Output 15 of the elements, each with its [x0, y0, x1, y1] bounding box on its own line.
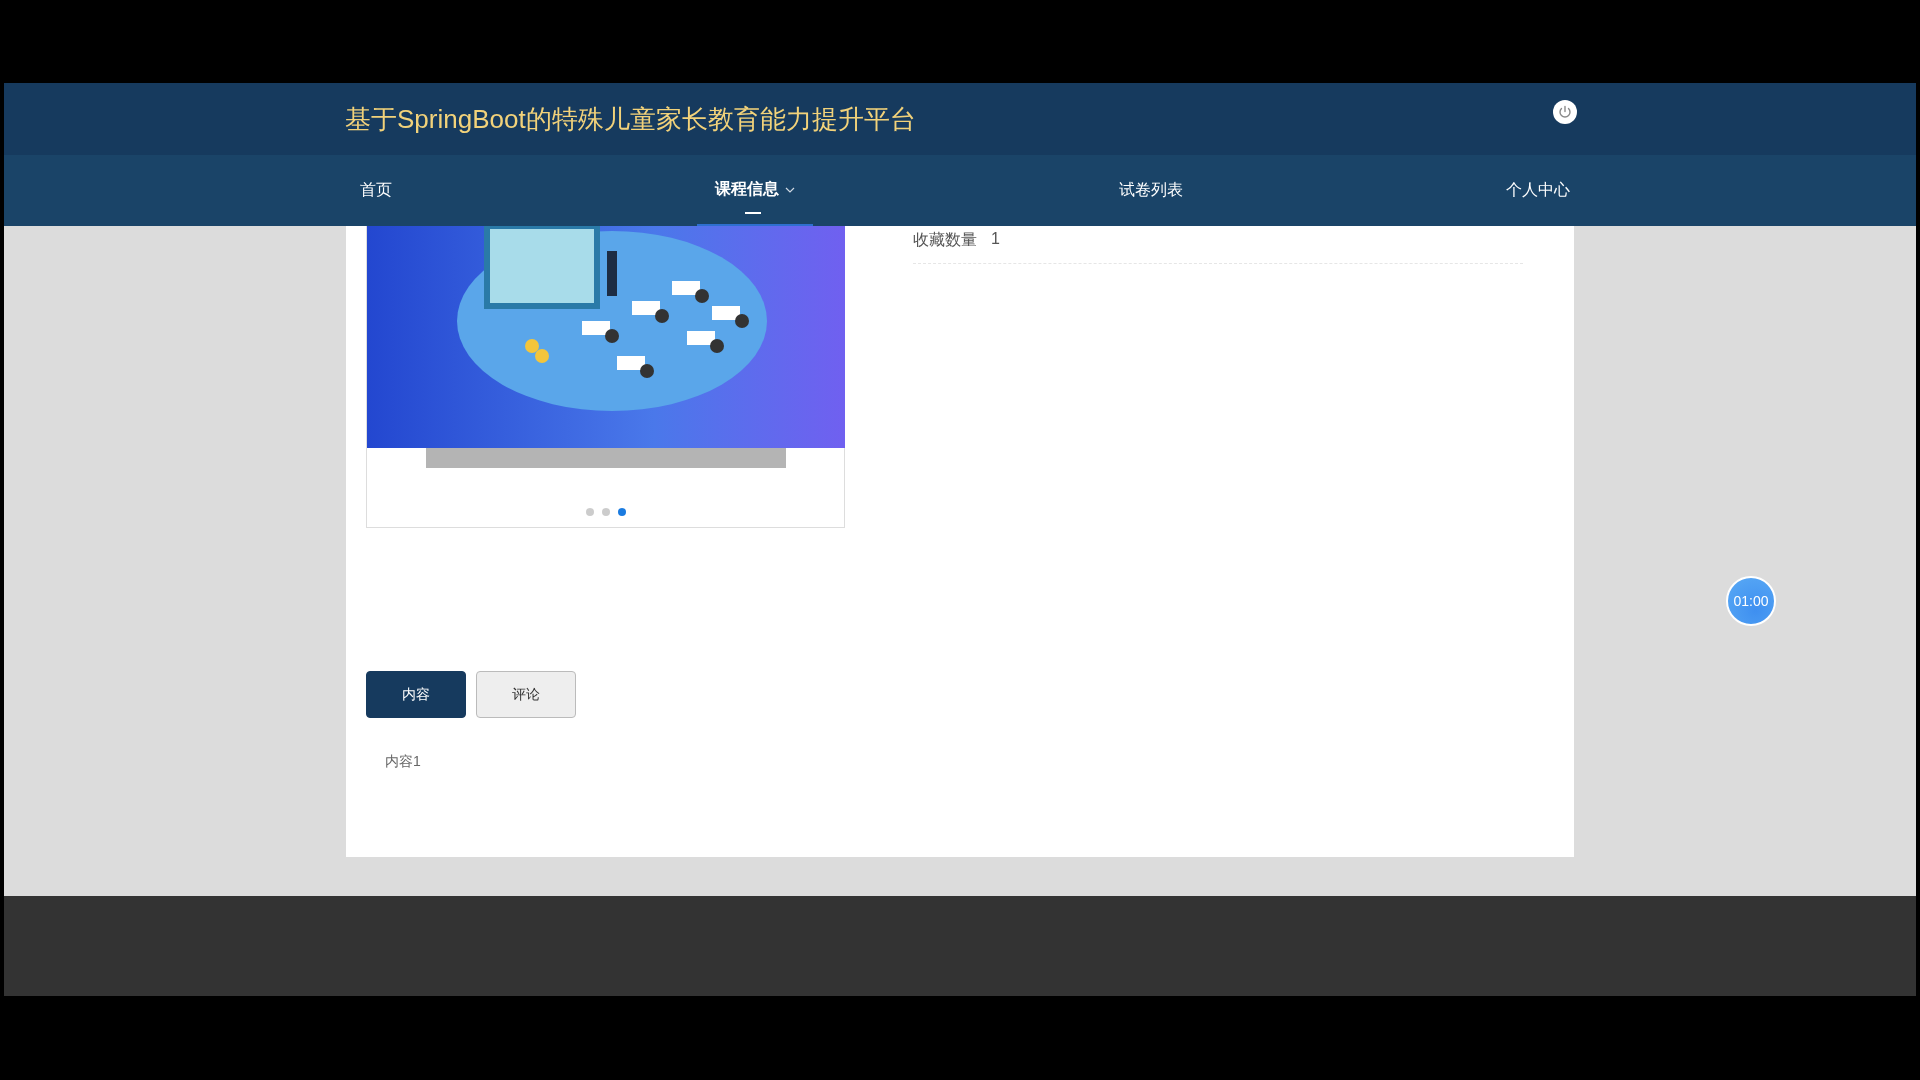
tab-button[interactable]: 评论 — [476, 671, 576, 718]
carousel-dot[interactable] — [601, 508, 610, 516]
detail-value: 1 — [991, 230, 1000, 249]
countdown-timer: 01:00 — [1726, 576, 1776, 626]
content-text: 内容1 — [385, 753, 422, 771]
carousel-dot[interactable] — [617, 508, 626, 516]
site-title: 基于SpringBoot的特殊儿童家长教育能力提升平台 — [345, 102, 916, 136]
nav-item[interactable]: 个人中心 — [1488, 155, 1570, 226]
power-icon[interactable] — [1553, 100, 1577, 124]
carousel-dot[interactable] — [585, 508, 594, 516]
nav-item[interactable]: 首页 — [360, 155, 410, 226]
nav-item[interactable]: 试卷列表 — [1100, 155, 1201, 226]
detail-label: 收藏数量 — [913, 230, 977, 250]
caret-icon — [785, 186, 796, 193]
tab-button[interactable]: 内容 — [366, 671, 466, 718]
